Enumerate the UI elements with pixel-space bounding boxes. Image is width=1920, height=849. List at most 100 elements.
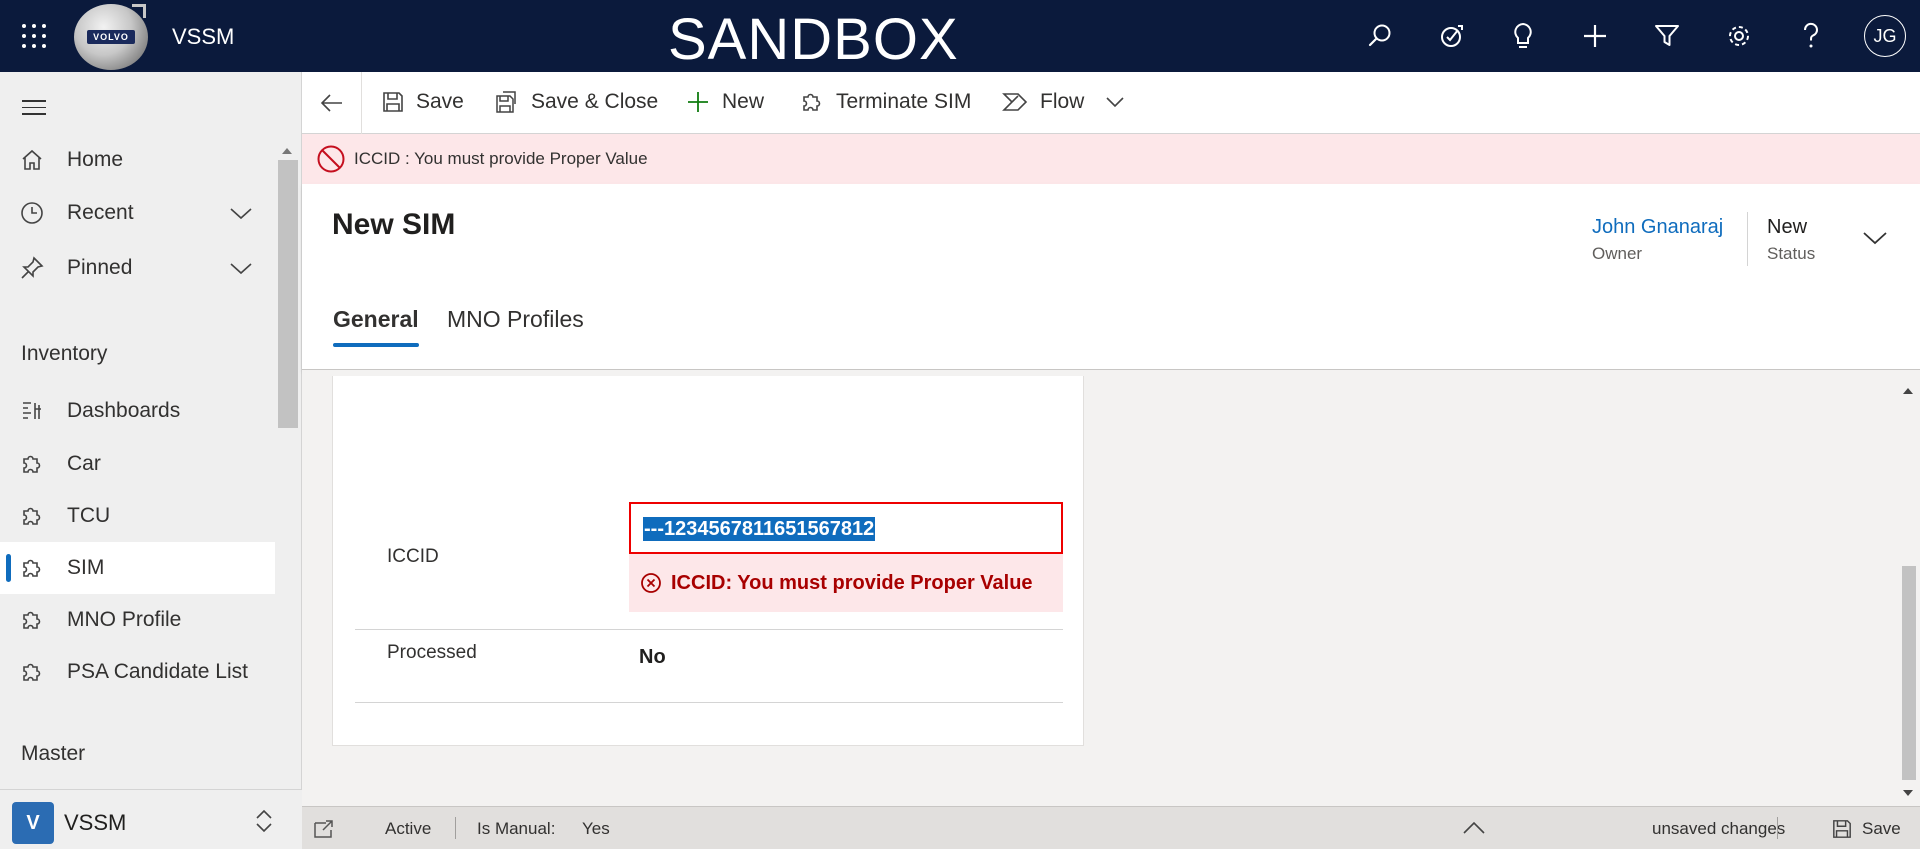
app-switcher-label: VSSM	[64, 810, 127, 835]
sidebar-item-pinned[interactable]: Pinned	[0, 242, 275, 294]
sidebar-item-label: Recent	[67, 201, 134, 224]
field-divider	[355, 629, 1063, 630]
app-launcher-icon[interactable]	[22, 24, 46, 48]
sidebar-item-label: MNO Profile	[67, 608, 182, 631]
logo-text: VOLVO	[87, 30, 135, 44]
environment-title: SANDBOX	[668, 7, 959, 72]
form-section-card: ICCID * ---1234567811651567812 ICCID: Yo…	[332, 376, 1084, 746]
unsaved-changes-text: unsaved changes	[1652, 819, 1786, 838]
chevron-down-icon[interactable]	[1862, 230, 1888, 251]
tab-mno-profiles[interactable]: MNO Profiles	[447, 306, 584, 333]
puzzle-icon	[0, 556, 46, 580]
sidebar-item-recent[interactable]: Recent	[0, 187, 275, 239]
sidebar-item-dashboards[interactable]: Dashboards	[0, 385, 275, 437]
sidebar-item-label: Home	[67, 148, 124, 171]
gear-icon[interactable]	[1721, 18, 1757, 54]
save-icon	[1833, 819, 1851, 838]
command-bar: Save Save & Close New Terminate SIM Flow	[302, 72, 1920, 134]
new-label: New	[722, 90, 765, 113]
record-title: New SIM	[332, 208, 456, 241]
back-button[interactable]	[302, 72, 362, 134]
is-manual-label: Is Manual:	[477, 819, 556, 838]
puzzle-icon	[0, 452, 46, 476]
app-title[interactable]: VSSM	[172, 24, 234, 50]
iccid-input-value: ---1234567811651567812	[643, 517, 876, 541]
form-scrollbar-thumb[interactable]	[1902, 566, 1916, 780]
save-button[interactable]: Save	[382, 90, 464, 114]
chevron-up-icon[interactable]	[1462, 821, 1486, 835]
sidebar-item-car[interactable]: Car	[0, 438, 275, 490]
clock-icon	[0, 201, 46, 225]
sidebar-scrollbar-thumb[interactable]	[278, 160, 298, 428]
plus-icon[interactable]	[1577, 18, 1613, 54]
chevron-down-icon[interactable]	[229, 201, 253, 231]
sidebar-item-psa-candidate-list[interactable]: PSA Candidate List	[0, 646, 275, 698]
sidebar-item-home[interactable]: Home	[0, 134, 275, 186]
plus-icon	[688, 92, 708, 112]
save-close-label: Save & Close	[531, 90, 659, 113]
status-footer: Active Is Manual: Yes unsaved changes Sa…	[302, 806, 1920, 849]
owner-label: Owner	[1592, 244, 1643, 263]
status-label: Status	[1767, 244, 1816, 263]
group-heading-master: Master	[21, 742, 86, 765]
owner-link[interactable]: John Gnanaraj	[1592, 216, 1723, 239]
form-body: ICCID * ---1234567811651567812 ICCID: Yo…	[302, 370, 1896, 806]
hamburger-menu-icon[interactable]	[22, 100, 46, 120]
sidebar-item-label: TCU	[67, 504, 111, 527]
processed-value[interactable]: No	[639, 646, 666, 669]
record-header: New SIM John Gnanaraj Owner New Status G…	[302, 184, 1920, 370]
filter-icon[interactable]	[1649, 18, 1685, 54]
lightbulb-icon[interactable]	[1505, 18, 1541, 54]
status-value: New	[1767, 216, 1808, 238]
sitemap-sidebar: Home Recent Pinned Inventory Dashboards …	[0, 72, 302, 849]
save-close-icon	[496, 91, 516, 113]
puzzle-icon	[803, 93, 821, 111]
error-notification-banner: ICCID : You must provide Proper Value	[302, 134, 1920, 184]
save-close-button[interactable]: Save & Close	[495, 90, 658, 114]
search-icon[interactable]	[1362, 18, 1398, 54]
form-scrollbar[interactable]	[1896, 370, 1920, 806]
home-icon	[0, 148, 46, 172]
flow-label: Flow	[1040, 90, 1085, 113]
open-in-new-window-icon[interactable]	[314, 820, 334, 838]
iccid-error-message: ICCID: You must provide Proper Value	[629, 554, 1063, 612]
pin-icon	[0, 256, 46, 280]
footer-save-label: Save	[1862, 818, 1901, 838]
iccid-input[interactable]: ---1234567811651567812	[629, 502, 1063, 554]
sidebar-item-tcu[interactable]: TCU	[0, 490, 275, 542]
sidebar-item-sim[interactable]: SIM	[0, 542, 275, 594]
task-icon[interactable]	[1434, 18, 1470, 54]
expand-collapse-icon[interactable]	[254, 808, 274, 834]
top-navigation-bar: VOLVO VSSM SANDBOX JG	[0, 0, 1920, 72]
processed-label: Processed	[387, 642, 477, 663]
field-divider	[355, 702, 1063, 703]
sidebar-item-label: SIM	[67, 556, 105, 579]
app-switcher[interactable]: V VSSM	[0, 789, 302, 849]
sidebar-item-label: PSA Candidate List	[67, 660, 248, 683]
flow-icon	[1002, 93, 1028, 111]
iccid-error-text: ICCID: You must provide Proper Value	[671, 571, 1033, 594]
iccid-label: ICCID	[387, 546, 439, 567]
chevron-down-icon[interactable]	[1106, 96, 1124, 108]
help-icon[interactable]	[1793, 18, 1829, 54]
flow-button[interactable]: Flow	[1002, 90, 1124, 114]
footer-save-button[interactable]: Save	[1832, 807, 1901, 849]
puzzle-icon	[0, 608, 46, 632]
footer-divider	[455, 817, 456, 839]
banner-message[interactable]: ICCID : You must provide Proper Value	[354, 149, 648, 169]
app-badge: V	[12, 802, 54, 844]
puzzle-icon	[0, 660, 46, 684]
footer-divider	[1777, 817, 1778, 839]
sidebar-item-mno-profile[interactable]: MNO Profile	[0, 594, 275, 646]
error-circle-icon	[641, 573, 661, 593]
tab-general[interactable]: General	[333, 306, 419, 347]
new-button[interactable]: New	[686, 90, 764, 114]
chevron-down-icon[interactable]	[229, 256, 253, 286]
save-icon	[383, 92, 403, 112]
is-manual-value: Yes	[582, 819, 610, 838]
user-avatar[interactable]: JG	[1864, 15, 1906, 57]
blocked-icon	[317, 145, 345, 173]
terminate-sim-button[interactable]: Terminate SIM	[800, 90, 971, 114]
record-state: Active	[385, 819, 432, 838]
save-label: Save	[416, 90, 464, 113]
